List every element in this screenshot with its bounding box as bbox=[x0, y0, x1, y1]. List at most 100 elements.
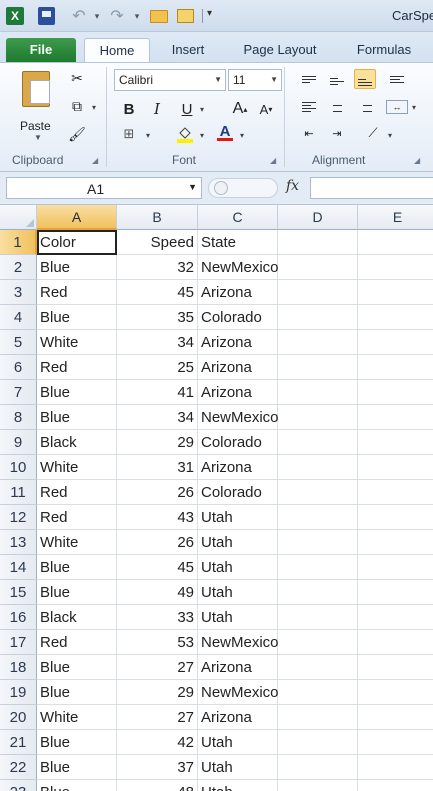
excel-logo-icon[interactable]: X bbox=[6, 7, 24, 25]
row-header[interactable]: 13 bbox=[0, 530, 37, 555]
cell-d[interactable] bbox=[278, 405, 358, 430]
format-painter-icon[interactable]: 🖌 bbox=[68, 125, 86, 143]
cell-b[interactable]: 26 bbox=[117, 480, 198, 505]
tab-home[interactable]: Home bbox=[84, 38, 150, 62]
cell-d[interactable] bbox=[278, 380, 358, 405]
cell-d[interactable] bbox=[278, 580, 358, 605]
customize-qat-icon[interactable]: ▾ bbox=[207, 8, 212, 19]
cell-b[interactable]: 25 bbox=[117, 355, 198, 380]
cell-d[interactable] bbox=[278, 530, 358, 555]
cell-b[interactable]: 42 bbox=[117, 730, 198, 755]
cell-d[interactable] bbox=[278, 505, 358, 530]
save-icon[interactable] bbox=[38, 7, 55, 25]
cell-a[interactable]: Red bbox=[37, 280, 117, 305]
cell-c[interactable]: Arizona bbox=[198, 455, 278, 480]
cell-d[interactable] bbox=[278, 255, 358, 280]
cell-a[interactable]: Blue bbox=[37, 780, 117, 791]
cell-b[interactable]: 45 bbox=[117, 280, 198, 305]
cell-c[interactable]: NewMexico bbox=[198, 680, 279, 705]
cell-a[interactable]: Blue bbox=[37, 580, 117, 605]
cell-a[interactable]: Color bbox=[37, 230, 117, 255]
clipboard-launcher-icon[interactable]: ◢ bbox=[92, 156, 98, 165]
cell-b[interactable]: 35 bbox=[117, 305, 198, 330]
cell-d[interactable] bbox=[278, 480, 358, 505]
row-header[interactable]: 2 bbox=[0, 255, 37, 280]
cell-b[interactable]: 33 bbox=[117, 605, 198, 630]
font-size-box[interactable]: 11 ▼ bbox=[228, 69, 282, 91]
row-header[interactable]: 12 bbox=[0, 505, 37, 530]
cell-e[interactable] bbox=[358, 405, 433, 430]
row-header[interactable]: 3 bbox=[0, 280, 37, 305]
cell-c[interactable]: State bbox=[198, 230, 278, 255]
font-color-button[interactable]: A bbox=[216, 123, 234, 141]
tab-insert[interactable]: Insert bbox=[160, 38, 216, 62]
italic-button[interactable]: I bbox=[148, 99, 166, 119]
cell-d[interactable] bbox=[278, 780, 358, 791]
cell-e[interactable] bbox=[358, 605, 433, 630]
row-header[interactable]: 15 bbox=[0, 580, 37, 605]
redo-icon[interactable]: ↷ bbox=[108, 7, 126, 25]
cell-d[interactable] bbox=[278, 680, 358, 705]
cell-d[interactable] bbox=[278, 430, 358, 455]
row-header[interactable]: 21 bbox=[0, 730, 37, 755]
cell-b[interactable]: Speed bbox=[117, 230, 198, 255]
tab-file[interactable]: File bbox=[6, 38, 76, 62]
cell-d[interactable] bbox=[278, 555, 358, 580]
cell-a[interactable]: Blue bbox=[37, 730, 117, 755]
cell-e[interactable] bbox=[358, 555, 433, 580]
cell-b[interactable]: 29 bbox=[117, 680, 198, 705]
cell-b[interactable]: 34 bbox=[117, 330, 198, 355]
insert-function-button[interactable]: fx bbox=[286, 178, 299, 194]
cell-d[interactable] bbox=[278, 655, 358, 680]
cell-d[interactable] bbox=[278, 455, 358, 480]
merge-center-icon[interactable]: ↔ bbox=[386, 100, 408, 114]
cell-b[interactable]: 43 bbox=[117, 505, 198, 530]
cell-b[interactable]: 26 bbox=[117, 530, 198, 555]
cell-e[interactable] bbox=[358, 730, 433, 755]
fill-color-icon[interactable] bbox=[176, 125, 194, 143]
cell-e[interactable] bbox=[358, 255, 433, 280]
cell-c[interactable]: Colorado bbox=[198, 430, 278, 455]
cell-b[interactable]: 32 bbox=[117, 255, 198, 280]
formula-bar-handle-icon[interactable] bbox=[214, 181, 228, 195]
cell-c[interactable]: Arizona bbox=[198, 280, 278, 305]
cell-a[interactable]: White bbox=[37, 455, 117, 480]
cell-d[interactable] bbox=[278, 730, 358, 755]
cell-b[interactable]: 45 bbox=[117, 555, 198, 580]
cell-a[interactable]: Red bbox=[37, 355, 117, 380]
open-folder-icon[interactable] bbox=[150, 7, 168, 25]
cell-a[interactable]: Blue bbox=[37, 305, 117, 330]
cell-d[interactable] bbox=[278, 605, 358, 630]
cell-e[interactable] bbox=[358, 705, 433, 730]
cell-e[interactable] bbox=[358, 355, 433, 380]
chevron-down-icon[interactable]: ▼ bbox=[214, 70, 222, 90]
spreadsheet-grid[interactable]: A B C D E 1 Color Speed State 2 Blue 32 NewMexi… bbox=[0, 205, 433, 791]
column-header-a[interactable]: A bbox=[37, 205, 117, 230]
camera-icon[interactable] bbox=[176, 7, 194, 25]
cell-a[interactable]: Blue bbox=[37, 555, 117, 580]
chevron-down-icon[interactable]: ▼ bbox=[270, 70, 278, 90]
cell-b[interactable]: 27 bbox=[117, 655, 198, 680]
row-header[interactable]: 7 bbox=[0, 380, 37, 405]
cell-c[interactable]: Arizona bbox=[198, 380, 278, 405]
cell-a[interactable]: Red bbox=[37, 505, 117, 530]
cell-c[interactable]: NewMexico bbox=[198, 405, 279, 430]
cell-c[interactable]: Utah bbox=[198, 555, 278, 580]
cell-b[interactable]: 49 bbox=[117, 580, 198, 605]
align-middle-icon[interactable] bbox=[326, 71, 348, 91]
alignment-launcher-icon[interactable]: ◢ bbox=[414, 156, 420, 165]
cell-d[interactable] bbox=[278, 280, 358, 305]
cell-a[interactable]: Blue bbox=[37, 255, 117, 280]
cell-d[interactable] bbox=[278, 305, 358, 330]
cell-a[interactable]: Black bbox=[37, 430, 117, 455]
cell-c[interactable]: NewMexico bbox=[198, 630, 279, 655]
tab-page-layout[interactable]: Page Layout bbox=[230, 38, 330, 62]
cell-c[interactable]: Utah bbox=[198, 780, 278, 791]
chevron-down-icon[interactable]: ▼ bbox=[188, 182, 197, 192]
cell-a[interactable]: White bbox=[37, 530, 117, 555]
row-header[interactable]: 20 bbox=[0, 705, 37, 730]
cell-e[interactable] bbox=[358, 655, 433, 680]
orientation-icon[interactable]: ⟋ bbox=[362, 123, 384, 143]
merge-dropdown-icon[interactable]: ▾ bbox=[412, 103, 416, 112]
cell-e[interactable] bbox=[358, 780, 433, 791]
